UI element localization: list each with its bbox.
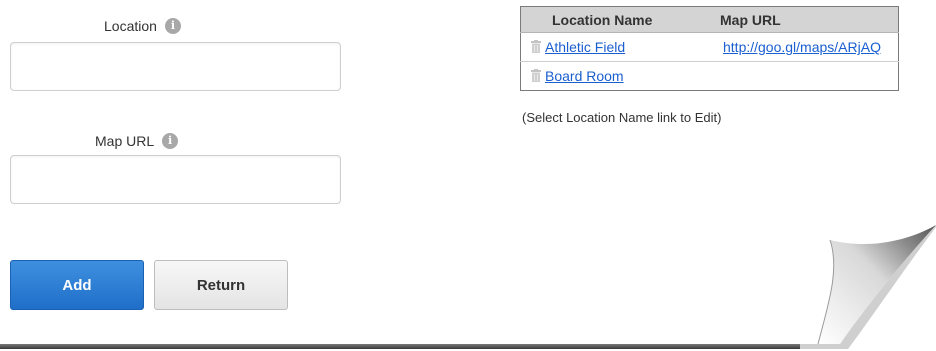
page-curl-icon <box>800 225 936 349</box>
table-row: Athletic Field http://goo.gl/maps/ARjAQ <box>520 32 899 62</box>
map-url-cell: http://goo.gl/maps/ARjAQ <box>720 32 899 62</box>
trash-icon[interactable] <box>531 40 541 53</box>
column-header-map-url: Map URL <box>720 6 899 33</box>
map-url-label: Map URL <box>95 133 155 149</box>
table-header-row: Location Name Map URL <box>520 6 899 33</box>
location-label: Location <box>104 18 157 34</box>
locations-table: Location Name Map URL Athletic Field htt… <box>520 6 899 91</box>
location-name-link[interactable]: Athletic Field <box>545 39 625 55</box>
map-url-label-row: Map URL i <box>95 133 179 149</box>
location-label-row: Location i <box>104 18 181 34</box>
map-url-cell <box>720 62 899 91</box>
trash-icon[interactable] <box>531 69 541 82</box>
location-name-cell: Board Room <box>521 62 721 91</box>
location-name-link[interactable]: Board Room <box>545 68 624 84</box>
location-info-icon[interactable]: i <box>164 18 181 34</box>
return-button[interactable]: Return <box>154 260 288 310</box>
map-url-link[interactable]: http://goo.gl/maps/ARjAQ <box>723 39 881 55</box>
table-row: Board Room <box>521 62 899 91</box>
map-url-info-icon[interactable]: i <box>162 133 179 149</box>
location-input[interactable] <box>10 42 341 91</box>
location-name-cell: Athletic Field <box>520 32 720 62</box>
page-bottom-edge <box>0 344 840 349</box>
add-button[interactable]: Add <box>10 260 144 310</box>
column-header-location-name: Location Name <box>520 6 720 33</box>
edit-hint: (Select Location Name link to Edit) <box>522 110 722 125</box>
map-url-input[interactable] <box>10 155 341 204</box>
